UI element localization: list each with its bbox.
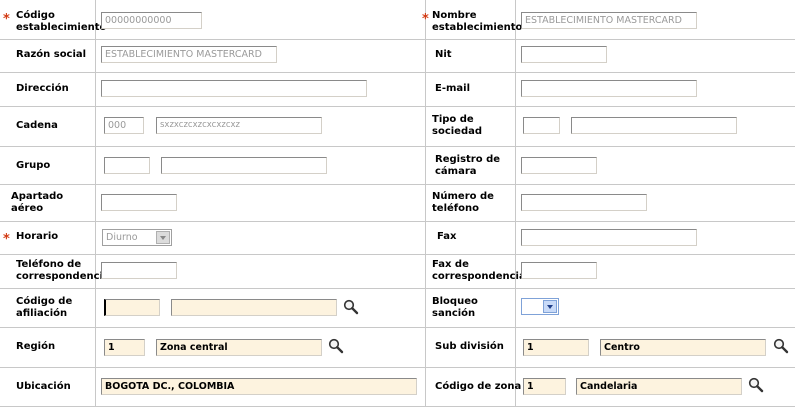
row-separator [0,254,795,255]
row-separator [0,106,795,107]
fax-label: Fax [437,231,457,242]
telefono-correspondencia-field[interactable] [101,262,177,279]
apartado-aereo-field[interactable] [101,194,177,211]
cadena-code-field[interactable]: 000 [104,117,144,134]
codigo-afiliacion-code-field[interactable] [104,299,160,316]
nit-field[interactable] [521,46,607,63]
apartado-aereo-label: Apartado aéreo [11,191,64,214]
tipo-sociedad-code-field[interactable] [523,117,560,134]
nit-label: Nit [435,49,452,60]
row-separator [0,288,795,289]
razon-social-label: Razón social [16,49,87,60]
email-field[interactable] [521,80,697,97]
row-separator [0,406,795,407]
row-separator [0,39,795,40]
codigo-zona-label: Código de zona [435,381,522,392]
codigo-afiliacion-name-field[interactable] [171,299,337,316]
numero-telefono-field[interactable] [521,194,647,211]
cadena-label: Cadena [16,120,58,131]
codigo-zona-name-field[interactable]: Candelaria [576,378,742,395]
region-code-field[interactable]: 1 [104,339,145,356]
horario-label: Horario [16,231,59,242]
direccion-label: Dirección [16,83,69,94]
fax-correspondencia-label: Fax de correspondencia [432,259,526,282]
column-separator [515,0,516,406]
magnifier-icon[interactable] [328,338,344,354]
razon-social-field[interactable]: ESTABLECIMIENTO MASTERCARD [101,46,277,63]
sub-division-code-field[interactable]: 1 [523,339,589,356]
sub-division-label: Sub división [435,341,504,352]
tipo-sociedad-name-field[interactable] [571,117,737,134]
codigo-establecimiento-field[interactable]: 00000000000 [101,12,202,29]
telefono-correspondencia-label: Teléfono de correspondencia [16,259,110,282]
registro-camara-label: Registro de cámara [435,154,501,177]
tipo-sociedad-label: Tipo de sociedad [432,114,483,137]
codigo-zona-code-field[interactable]: 1 [523,378,566,395]
cadena-name-field[interactable]: sxzxczcxzcxcxzcxz [156,117,322,134]
sub-division-name-field[interactable]: Centro [600,339,766,356]
numero-telefono-label: Número de teléfono [432,191,494,214]
required-marker: * [422,12,429,27]
magnifier-icon[interactable] [748,377,764,393]
required-marker: * [3,12,10,27]
fax-correspondencia-field[interactable] [521,262,597,279]
row-separator [0,72,795,73]
nombre-establecimiento-label: Nombre establecimiento [432,10,523,33]
row-separator [0,367,795,368]
horario-select[interactable]: Diurno [102,229,172,246]
bloqueo-sancion-select[interactable] [521,298,559,315]
column-separator [95,0,96,406]
codigo-establecimiento-label: Código establecimiento [16,10,107,33]
row-separator [0,146,795,147]
chevron-down-icon[interactable] [543,300,557,313]
fax-field[interactable] [521,229,697,246]
codigo-afiliacion-label: Código de afiliación [16,296,73,319]
registro-camara-field[interactable] [521,157,597,174]
grupo-label: Grupo [16,160,51,171]
nombre-establecimiento-field[interactable]: ESTABLECIMIENTO MASTERCARD [521,12,697,29]
magnifier-icon[interactable] [773,338,789,354]
region-name-field[interactable]: Zona central [156,339,322,356]
required-marker: * [3,232,10,247]
horario-selected-value: Diurno [106,232,138,243]
row-separator [0,221,795,222]
row-separator [0,327,795,328]
grupo-name-field[interactable] [161,157,327,174]
row-separator [0,184,795,185]
magnifier-icon[interactable] [343,299,359,315]
column-separator [425,0,426,406]
ubicacion-label: Ubicación [16,381,71,392]
ubicacion-field[interactable]: BOGOTA DC., COLOMBIA [101,378,417,395]
chevron-down-icon[interactable] [156,231,170,244]
region-label: Región [16,341,56,352]
bloqueo-sancion-label: Bloqueo sanción [432,296,478,319]
grupo-code-field[interactable] [104,157,150,174]
direccion-field[interactable] [101,80,367,97]
email-label: E-mail [435,83,471,94]
